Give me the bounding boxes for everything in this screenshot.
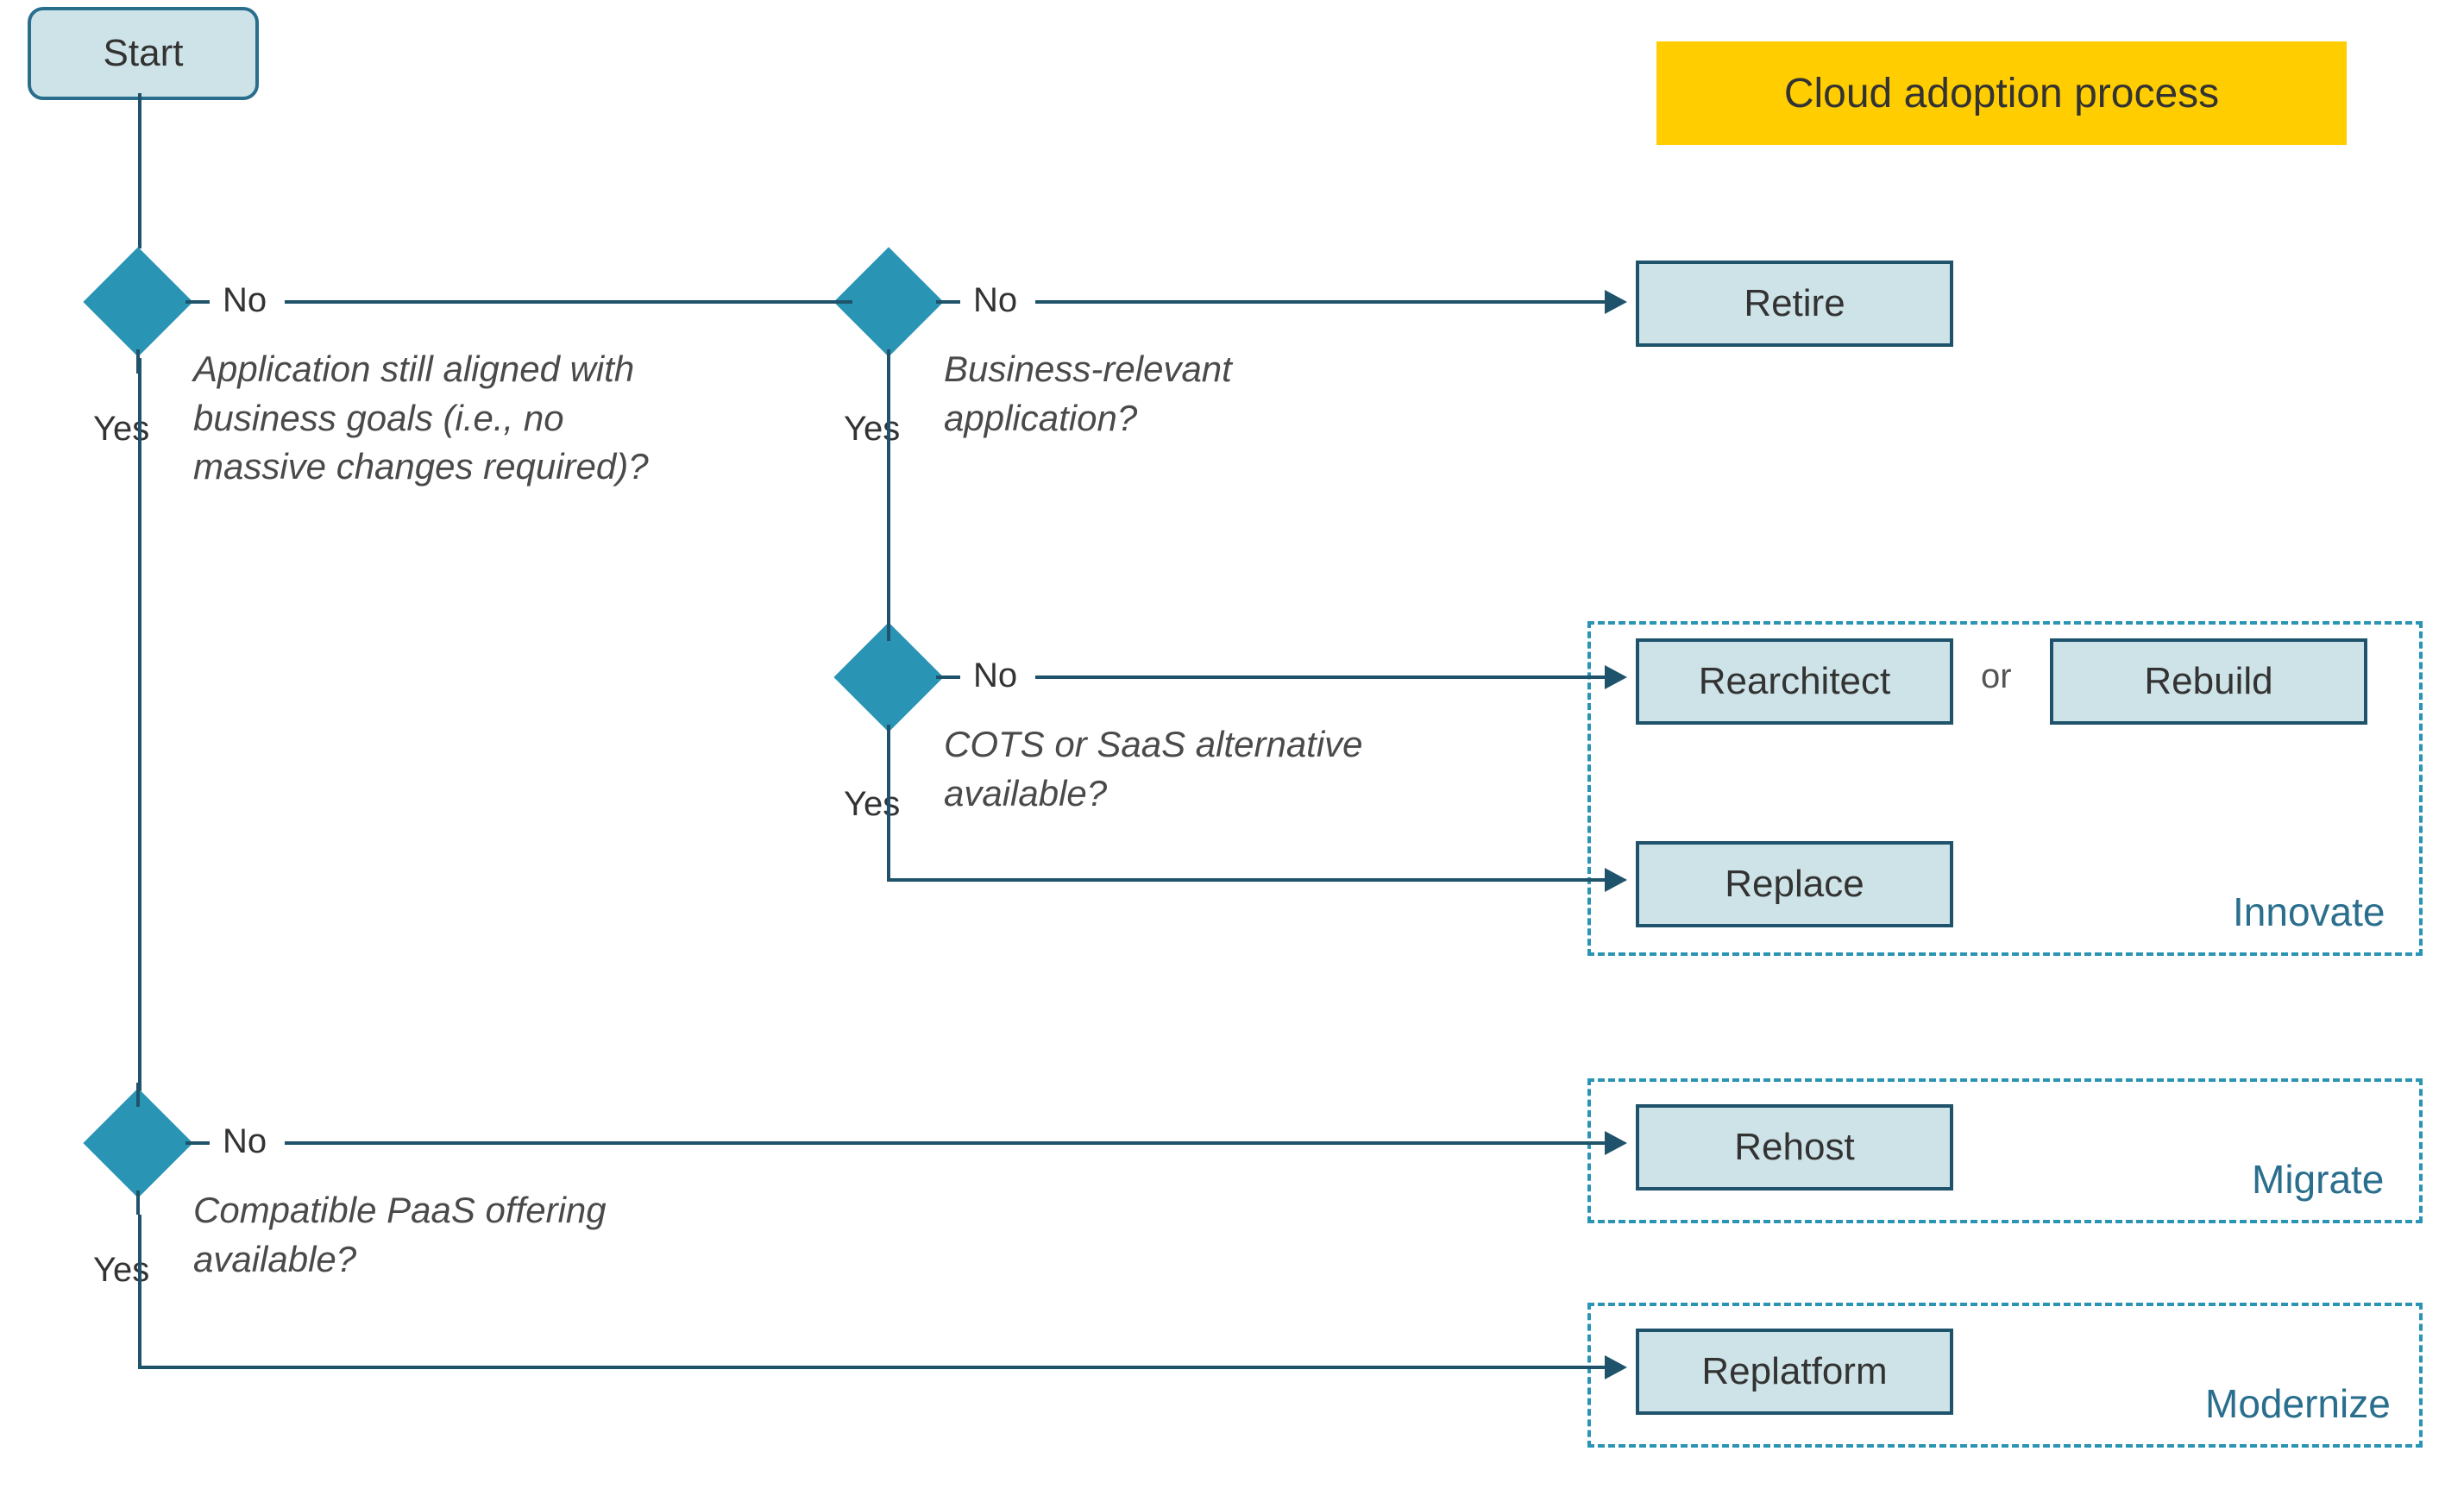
outcome-replace: Replace (1636, 841, 1953, 927)
connector-tick (828, 300, 852, 304)
diagram-title: Cloud adoption process (1656, 41, 2347, 145)
connector (138, 1366, 1605, 1369)
edge-label-yes: Yes (844, 785, 900, 824)
arrowhead-icon (1605, 1355, 1627, 1379)
connector (887, 749, 890, 878)
connector (138, 93, 141, 248)
arrowhead-icon (1605, 1131, 1627, 1155)
connector (138, 1215, 141, 1368)
start-node: Start (28, 7, 259, 100)
connector-tick (185, 1141, 210, 1145)
outcome-retire: Retire (1636, 261, 1953, 347)
arrowhead-icon (1605, 290, 1627, 314)
connector-tick (185, 300, 210, 304)
connector (285, 1141, 1605, 1145)
edge-label-no: No (973, 657, 1017, 695)
connector-tick (887, 725, 890, 749)
connector-tick (936, 300, 960, 304)
outcome-rehost: Rehost (1636, 1104, 1953, 1191)
connector (1035, 300, 1605, 304)
or-label: or (1981, 657, 2012, 696)
connector (285, 300, 837, 304)
decision-d1-question: Application still aligned with business … (193, 345, 676, 492)
connector-tick (136, 1191, 140, 1215)
edge-label-yes: Yes (844, 410, 900, 449)
outcome-rebuild: Rebuild (2050, 638, 2367, 725)
connector (887, 374, 890, 624)
arrowhead-icon (1605, 868, 1627, 892)
connector-tick (887, 349, 890, 374)
decision-d4-question: Compatible PaaS offering available? (193, 1186, 642, 1284)
edge-label-no: No (223, 1122, 267, 1161)
connector (1035, 675, 1605, 679)
flowchart-canvas: Cloud adoption process Start No Yes Appl… (0, 0, 2464, 1489)
outcome-rearchitect: Rearchitect (1636, 638, 1953, 725)
edge-label-no: No (223, 281, 267, 320)
group-modernize-label: Modernize (2205, 1380, 2391, 1427)
group-migrate-label: Migrate (2252, 1156, 2384, 1203)
connector-tick (887, 617, 890, 641)
group-innovate-label: Innovate (2233, 889, 2385, 935)
connector (138, 358, 141, 1091)
arrowhead-icon (1605, 665, 1627, 689)
connector (887, 878, 1606, 882)
decision-d1 (83, 247, 192, 356)
decision-d3-question: COTS or SaaS alternative available? (944, 720, 1392, 818)
connector-tick (136, 1083, 140, 1107)
decision-d2-question: Business-relevant application? (944, 345, 1323, 443)
edge-label-no: No (973, 281, 1017, 320)
connector-tick (936, 675, 960, 679)
outcome-replatform: Replatform (1636, 1329, 1953, 1415)
